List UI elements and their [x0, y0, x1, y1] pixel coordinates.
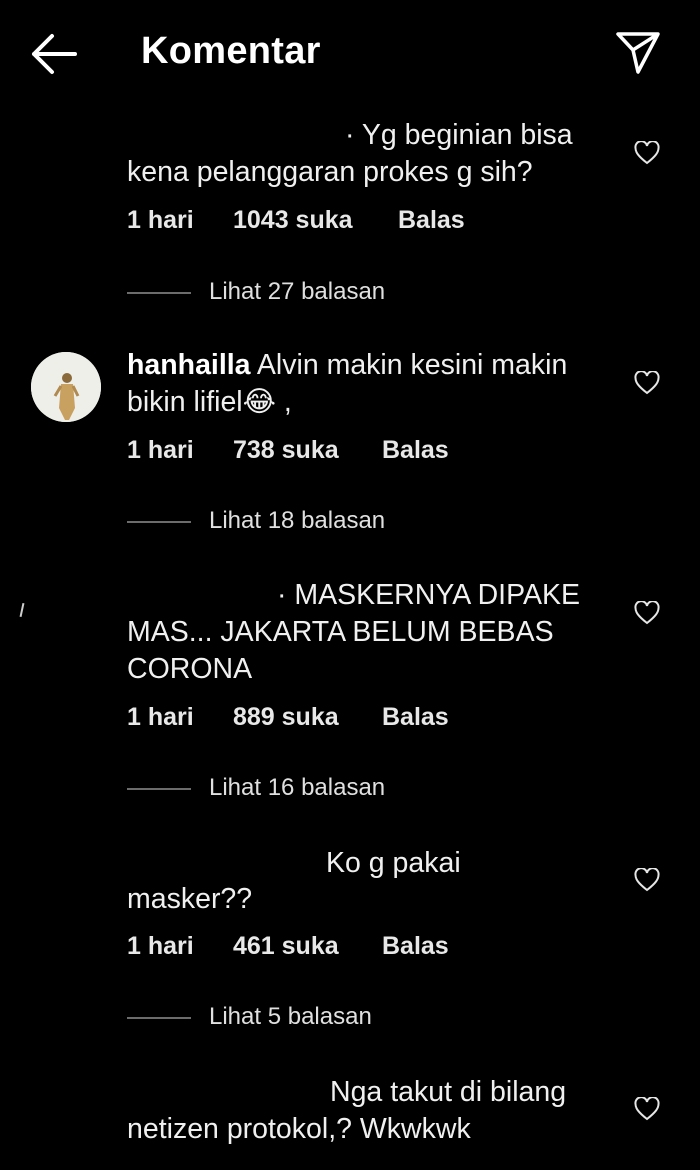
- avatar-image: [31, 352, 101, 422]
- replies-divider: [127, 1017, 191, 1019]
- paper-plane-icon: [616, 32, 660, 74]
- page-title: Komentar: [141, 30, 321, 72]
- comment-time: 1 hari: [127, 703, 194, 731]
- heart-icon: [634, 600, 660, 625]
- view-replies-label: Lihat 18 balasan: [209, 507, 386, 534]
- view-replies-label: Lihat 16 balasan: [209, 774, 386, 801]
- stray-mark: [19, 602, 25, 618]
- comment-time: 1 hari: [127, 932, 194, 960]
- heart-icon: [634, 867, 660, 892]
- share-button[interactable]: [612, 28, 664, 78]
- comment-text-line: netizen protokol,? Wkwkwk: [127, 1113, 471, 1145]
- comment-text-line: hanhailla Alvin makin kesini makin: [127, 347, 617, 384]
- like-button[interactable]: [634, 1096, 660, 1121]
- comment-username[interactable]: hanhailla: [127, 349, 251, 381]
- reply-button[interactable]: Balas: [382, 703, 449, 732]
- comment-text: Nga takut di bilang netizen protokol,? W…: [127, 1074, 617, 1148]
- comment-text-line: Ko g pakai: [326, 847, 461, 879]
- view-replies-label: Lihat 27 balasan: [209, 278, 386, 305]
- comment-time: 1 hari: [127, 436, 194, 464]
- comment-text: hanhailla Alvin makin kesini makin bikin…: [127, 347, 617, 421]
- view-replies-label: Lihat 5 balasan: [209, 1003, 372, 1030]
- comment-text-line: masker??: [127, 883, 253, 915]
- comment-text-line: · Yg beginian bisa: [345, 119, 573, 151]
- comment-text: Ko g pakai masker??: [127, 845, 617, 918]
- heart-icon: [634, 1096, 660, 1121]
- comment-text-content: Alvin makin kesini makin: [250, 349, 568, 381]
- like-button[interactable]: [634, 140, 660, 165]
- comment-text-line: · MASKERNYA DIPAKE: [277, 579, 581, 611]
- replies-divider: [127, 521, 191, 523]
- arrow-left-icon: [32, 34, 77, 74]
- reply-button[interactable]: Balas: [382, 436, 449, 465]
- comment-text: · Yg beginian bisa kena pelanggaran prok…: [127, 117, 617, 191]
- comment-time: 1 hari: [127, 206, 194, 234]
- heart-icon: [634, 140, 660, 165]
- like-count[interactable]: 461 suka: [233, 932, 339, 961]
- comment-text-line: MAS... JAKARTA BELUM BEBAS: [127, 616, 554, 648]
- avatar[interactable]: [31, 352, 101, 422]
- replies-divider: [127, 292, 191, 294]
- like-button[interactable]: [634, 867, 660, 892]
- like-button[interactable]: [634, 370, 660, 395]
- like-button[interactable]: [634, 600, 660, 625]
- back-button[interactable]: [28, 32, 80, 76]
- like-count[interactable]: 889 suka: [233, 703, 339, 732]
- comment-text-line: CORONA: [127, 653, 253, 685]
- reply-button[interactable]: Balas: [398, 206, 465, 235]
- like-count[interactable]: 1043 suka: [233, 206, 353, 235]
- comment-text-line: bikin lifiel😂 ,: [127, 386, 292, 418]
- comment-text: · MASKERNYA DIPAKE MAS... JAKARTA BELUM …: [127, 577, 617, 688]
- comment-text-line: kena pelanggaran prokes g sih?: [127, 156, 533, 188]
- replies-divider: [127, 788, 191, 790]
- like-count[interactable]: 738 suka: [233, 436, 339, 465]
- heart-icon: [634, 370, 660, 395]
- reply-button[interactable]: Balas: [382, 932, 449, 961]
- top-bar: Komentar: [0, 0, 700, 110]
- comment-text-line: Nga takut di bilang: [330, 1076, 567, 1108]
